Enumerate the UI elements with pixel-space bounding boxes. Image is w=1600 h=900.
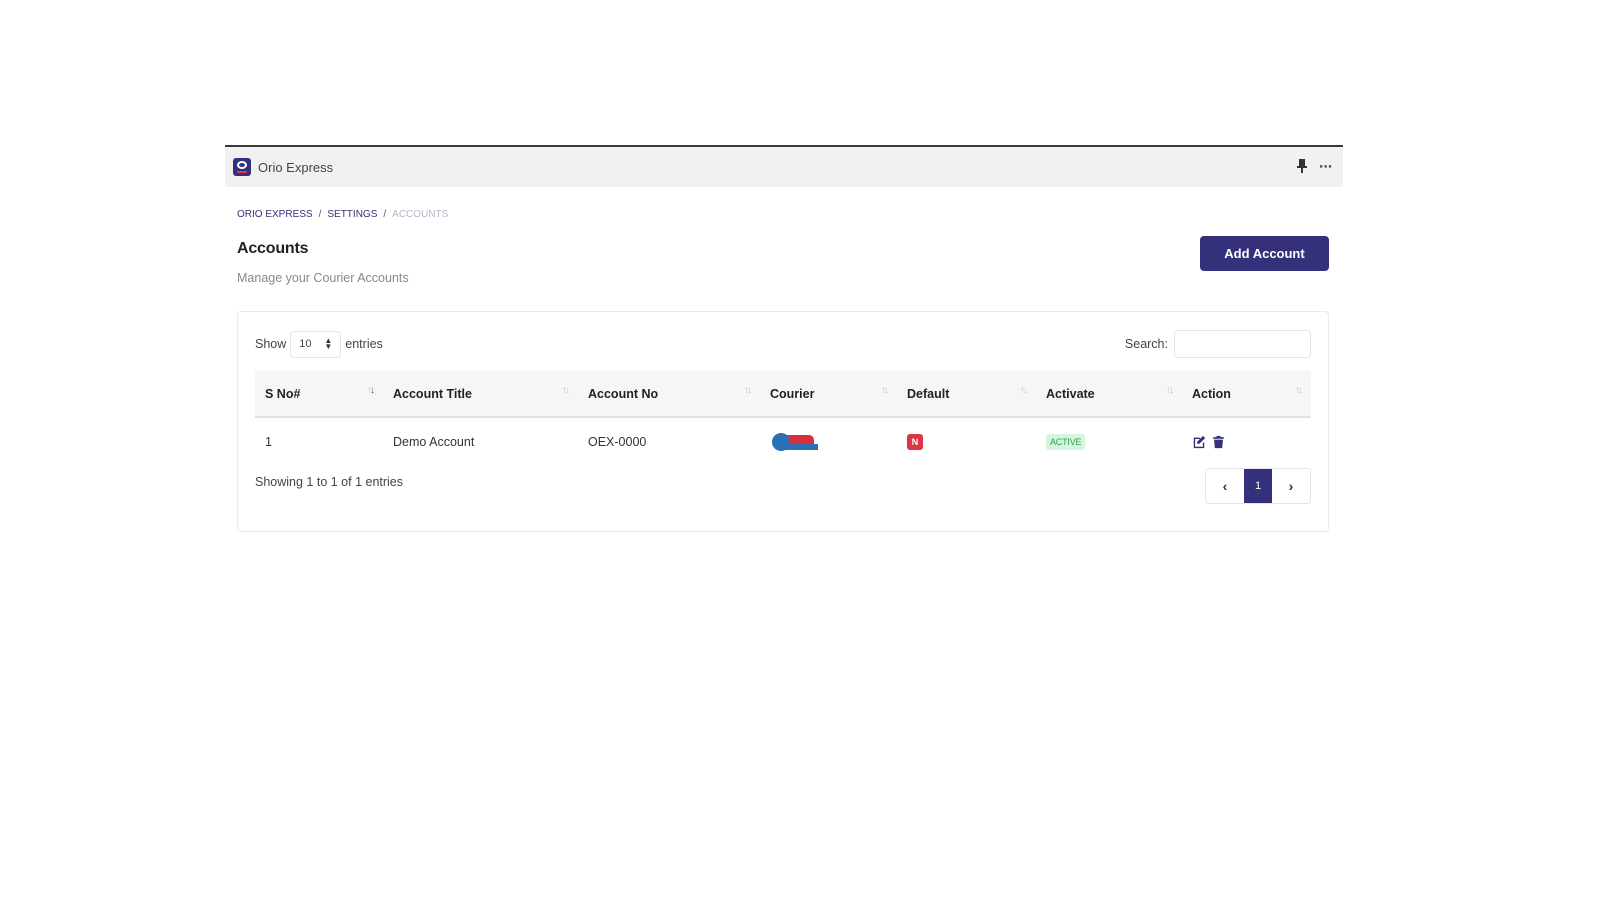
sort-icon: ↑↓ (367, 385, 375, 396)
table-info: Showing 1 to 1 of 1 entries (255, 475, 404, 489)
column-header-action[interactable]: Action ↑↓ (1182, 371, 1311, 417)
entries-label: entries (345, 337, 383, 351)
cell-account-title: Demo Account (393, 434, 475, 449)
column-header-s-no[interactable]: S No# ↑↓ (255, 371, 383, 417)
sort-icon: ↑↓ (1295, 385, 1303, 396)
pagination: ‹ 1 › (1205, 468, 1311, 504)
trash-icon[interactable] (1212, 435, 1226, 449)
next-page-button[interactable]: › (1272, 469, 1310, 503)
show-label: Show (255, 337, 287, 351)
sort-icon: ↑↓ (1166, 385, 1174, 396)
more-options-icon[interactable]: ⋯ (1319, 159, 1333, 175)
table-controls: Show 10 ▲ ▼ entries Search: (255, 330, 1311, 358)
table-footer: Showing 1 to 1 of 1 entries ‹ 1 › (255, 465, 1311, 504)
cell-activate: ACTIVE (1036, 417, 1182, 465)
page-title: Accounts (237, 240, 309, 257)
sort-icon: ↑↓ (562, 385, 570, 396)
column-header-account-title[interactable]: Account Title ↑↓ (383, 371, 578, 417)
sort-icon: ↑↓ (1020, 385, 1028, 396)
column-header-activate[interactable]: Activate ↑↓ (1036, 371, 1182, 417)
accounts-card: Show 10 ▲ ▼ entries Search: S No# ↑↓ Acc… (237, 311, 1329, 532)
breadcrumb-separator: / (383, 209, 387, 220)
previous-page-button[interactable]: ‹ (1206, 469, 1244, 503)
page-subtitle: Manage your Courier Accounts (237, 271, 409, 285)
cell-s-no: 1 (265, 434, 272, 449)
table-header-row: S No# ↑↓ Account Title ↑↓ Account No ↑↓ Cou… (255, 371, 1311, 417)
accounts-table: S No# ↑↓ Account Title ↑↓ Account No ↑↓ Cou… (255, 371, 1311, 465)
sort-icon: ↑↓ (881, 385, 889, 396)
search-input[interactable] (1174, 330, 1311, 358)
add-account-button[interactable]: Add Account (1200, 236, 1329, 271)
cell-default: N (897, 417, 1036, 465)
column-header-account-no[interactable]: Account No ↑↓ (578, 371, 760, 417)
cell-account-no: OEX-0000 (588, 434, 647, 449)
select-updown-icon: ▲ ▼ (324, 336, 333, 351)
app-title: Orio Express (258, 159, 334, 175)
app-window: Orio Express ⋯ ORIO EXPRESS / SETTINGS /… (225, 145, 1343, 532)
sort-icon: ↑↓ (744, 385, 752, 396)
edit-icon[interactable] (1192, 435, 1206, 449)
cell-action (1182, 417, 1311, 465)
breadcrumb: ORIO EXPRESS / SETTINGS / ACCOUNTS (237, 209, 1329, 220)
app-logo-icon (233, 158, 251, 176)
default-badge: N (907, 433, 923, 450)
title-bar: Orio Express ⋯ (225, 145, 1343, 187)
page-content: ORIO EXPRESS / SETTINGS / ACCOUNTS Accou… (225, 209, 1343, 532)
courier-logo-icon (770, 431, 818, 453)
pin-button[interactable] (1297, 158, 1307, 176)
column-header-courier[interactable]: Courier ↑↓ (760, 371, 897, 417)
breadcrumb-separator: / (318, 209, 322, 220)
entries-select[interactable]: 10 ▲ ▼ (290, 330, 342, 358)
entries-select-value: 10 (299, 338, 312, 350)
status-badge: ACTIVE (1046, 433, 1086, 450)
breadcrumb-orio-express[interactable]: ORIO EXPRESS (237, 209, 313, 220)
entries-length-control: Show 10 ▲ ▼ entries (255, 330, 383, 358)
column-header-default[interactable]: Default ↑↓ (897, 371, 1036, 417)
search-control: Search: (1125, 330, 1311, 358)
table-row: 1 Demo Account OEX-0000 N ACTIVE (255, 417, 1311, 465)
breadcrumb-accounts: ACCOUNTS (392, 209, 449, 220)
breadcrumb-settings[interactable]: SETTINGS (327, 209, 377, 220)
page-header: Accounts Manage your Courier Accounts Ad… (237, 236, 1329, 285)
page-1-button[interactable]: 1 (1244, 469, 1272, 503)
pin-icon (1297, 158, 1307, 173)
cell-courier (760, 417, 897, 465)
search-label: Search: (1124, 337, 1168, 351)
